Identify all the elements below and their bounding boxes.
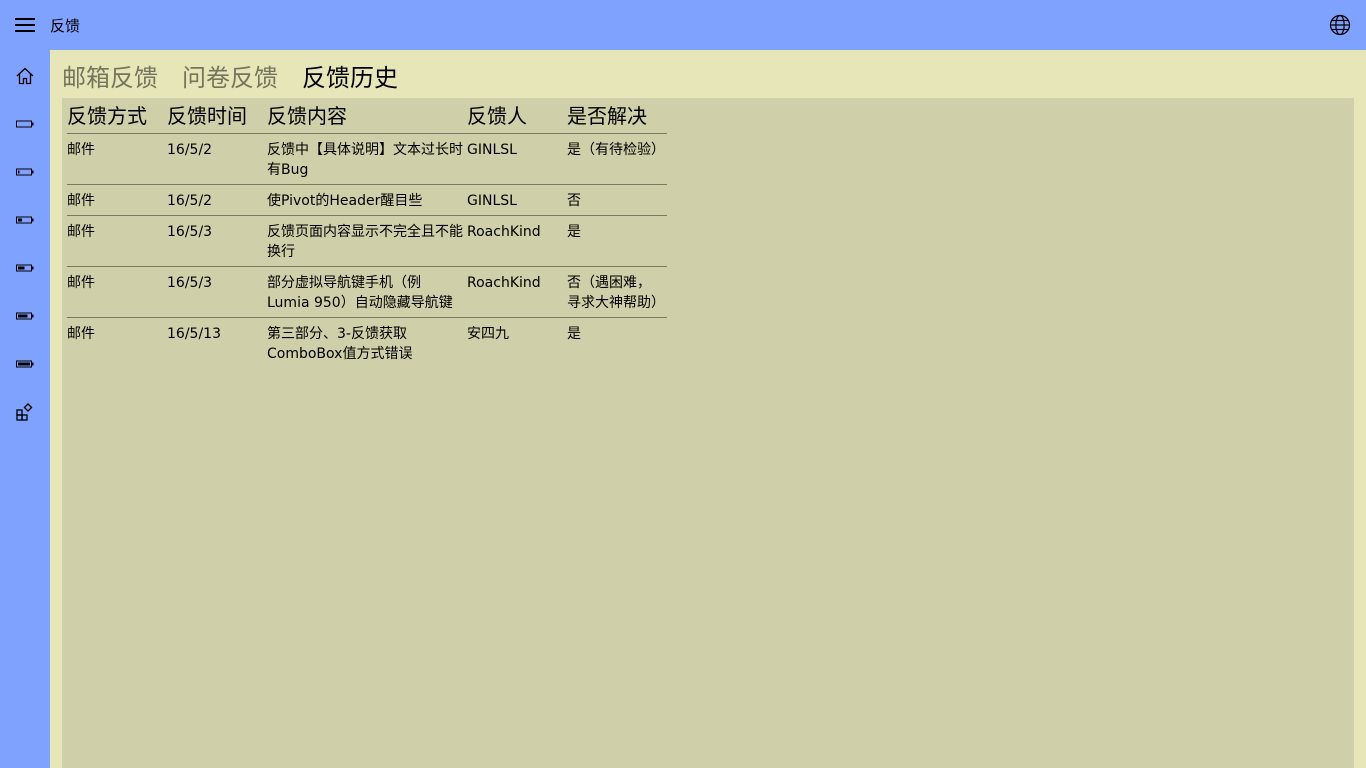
hamburger-menu-button[interactable]: [0, 0, 50, 50]
tab-feedback-history[interactable]: 反馈历史: [302, 58, 398, 94]
nav-home[interactable]: [0, 52, 50, 100]
nav-battery-half[interactable]: [0, 244, 50, 292]
nav-battery-low[interactable]: [0, 148, 50, 196]
title-bar: 反馈: [0, 0, 1366, 50]
column-header-method: 反馈方式: [67, 98, 167, 134]
cell-method: 邮件: [67, 266, 167, 318]
table-row: 邮件 16/5/3 部分虚拟导航键手机（例Lumia 950）自动隐藏导航键 R…: [67, 266, 667, 318]
cell-reporter: 安四九: [467, 326, 509, 342]
battery-quarter-icon: [16, 216, 34, 224]
feedback-history-panel: 反馈方式 反馈时间 反馈内容 反馈人 是否解决 邮件 16/5/2 反馈中【具体…: [62, 98, 1354, 768]
cell-time: 16/5/3: [167, 266, 267, 318]
sidebar: [0, 50, 50, 768]
cell-time: 16/5/13: [167, 326, 221, 342]
cell-reporter: RoachKind: [467, 266, 567, 318]
battery-empty-icon: [16, 120, 34, 128]
cell-content: 部分虚拟导航键手机（例Lumia 950）自动隐藏导航键: [267, 266, 467, 318]
cell-content: 反馈中【具体说明】文本过长时有Bug: [267, 133, 467, 185]
cell-content: 反馈页面内容显示不完全且不能换行: [267, 215, 467, 267]
feedback-history-table: 反馈方式 反馈时间 反馈内容 反馈人 是否解决 邮件 16/5/2 反馈中【具体…: [67, 98, 667, 368]
column-header-content: 反馈内容: [267, 98, 467, 134]
table-header-row: 反馈方式 反馈时间 反馈内容 反馈人 是否解决: [67, 98, 667, 134]
table-row: 邮件 16/5/13 第三部分、3-反馈获取ComboBox值方式错误 安四九 …: [67, 318, 667, 369]
cell-time: 16/5/2: [167, 184, 267, 216]
nav-battery-empty[interactable]: [0, 100, 50, 148]
table-row: 邮件 16/5/2 使Pivot的Header醒目些 GINLSL 否: [67, 184, 667, 216]
cell-method: 邮件: [67, 184, 167, 216]
nav-battery-quarter[interactable]: [0, 196, 50, 244]
cell-resolved: 是: [567, 326, 581, 342]
battery-high-icon: [16, 312, 34, 320]
cell-resolved: 是（有待检验）: [567, 133, 667, 185]
cell-method: 邮件: [67, 215, 167, 267]
cell-method: 邮件: [67, 133, 167, 185]
column-header-reporter: 反馈人: [467, 98, 567, 134]
cell-time: 16/5/3: [167, 215, 267, 267]
battery-half-icon: [16, 264, 34, 272]
app-title: 反馈: [50, 17, 81, 35]
main-content: 邮箱反馈 问卷反馈 反馈历史 反馈方式 反馈时间 反馈内容 反馈人 是否解决 邮…: [50, 50, 1366, 768]
home-icon: [16, 67, 34, 85]
hamburger-icon: [15, 18, 35, 32]
cell-resolved: 否: [567, 184, 667, 216]
nav-apps-add[interactable]: [0, 388, 50, 436]
nav-battery-full[interactable]: [0, 340, 50, 388]
cell-reporter: GINLSL: [467, 133, 567, 185]
tab-email-feedback[interactable]: 邮箱反馈: [62, 58, 158, 94]
cell-content: 第三部分、3-反馈获取ComboBox值方式错误: [267, 326, 413, 362]
column-header-resolved: 是否解决: [567, 98, 667, 134]
cell-reporter: RoachKind: [467, 215, 567, 267]
table-row: 邮件 16/5/3 反馈页面内容显示不完全且不能换行 RoachKind 是: [67, 215, 667, 267]
pivot-header: 邮箱反馈 问卷反馈 反馈历史: [62, 58, 422, 94]
cell-resolved: 否（遇困难，寻求大神帮助）: [567, 266, 667, 318]
cell-method: 邮件: [67, 326, 95, 342]
cell-reporter: GINLSL: [467, 184, 567, 216]
table-row: 邮件 16/5/2 反馈中【具体说明】文本过长时有Bug GINLSL 是（有待…: [67, 133, 667, 185]
cell-time: 16/5/2: [167, 133, 267, 185]
column-header-time: 反馈时间: [167, 98, 267, 134]
battery-low-icon: [16, 168, 34, 176]
cell-content: 使Pivot的Header醒目些: [267, 184, 467, 216]
battery-full-icon: [16, 360, 34, 368]
globe-icon[interactable]: [1329, 14, 1351, 36]
tab-survey-feedback[interactable]: 问卷反馈: [182, 58, 278, 94]
cell-resolved: 是: [567, 215, 667, 267]
apps-add-icon: [16, 403, 33, 421]
nav-battery-high[interactable]: [0, 292, 50, 340]
